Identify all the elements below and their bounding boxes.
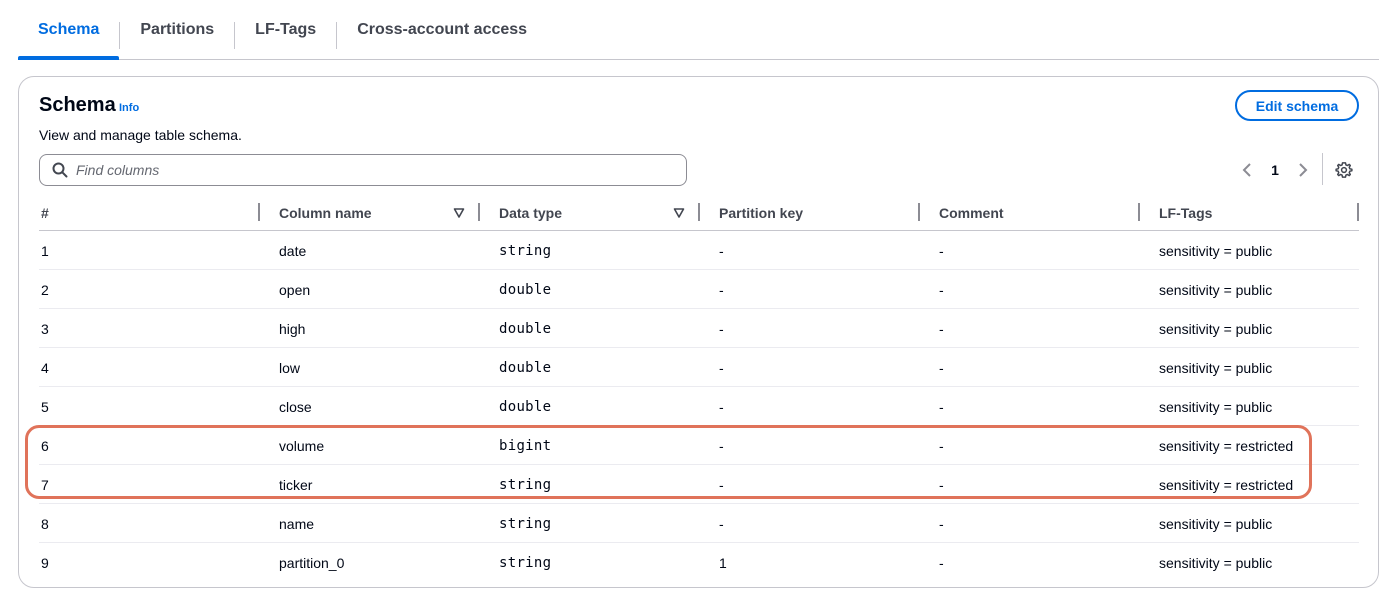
partition-key: - <box>719 476 724 493</box>
header-data-type[interactable]: Data type <box>499 195 562 231</box>
column-name: close <box>279 398 312 415</box>
table-row: 2 open double - - sensitivity = public <box>39 270 1359 309</box>
row-number: 6 <box>41 437 49 454</box>
column-resizer[interactable] <box>698 203 700 221</box>
edit-schema-button[interactable]: Edit schema <box>1235 90 1359 121</box>
header-lf-tags: LF-Tags <box>1159 205 1213 221</box>
tab-cross-account-access[interactable]: Cross-account access <box>337 0 547 59</box>
search-input[interactable] <box>76 155 676 185</box>
lf-tags: sensitivity = public <box>1159 554 1273 571</box>
page-number[interactable]: 1 <box>1257 162 1293 178</box>
row-number: 3 <box>41 320 49 337</box>
schema-panel: Schema Info View and manage table schema… <box>18 76 1379 588</box>
table-row: 4 low double - - sensitivity = public <box>39 348 1359 387</box>
column-resizer[interactable] <box>258 203 260 221</box>
lf-tags: sensitivity = public <box>1159 515 1273 532</box>
gear-icon[interactable] <box>1335 161 1353 179</box>
partition-key: - <box>719 320 724 337</box>
data-type: double <box>499 281 552 298</box>
header-partition-key: Partition key <box>719 205 804 221</box>
data-type: string <box>499 554 552 571</box>
lf-tags: sensitivity = public <box>1159 359 1273 376</box>
sort-down-icon[interactable] <box>453 207 465 219</box>
comment: - <box>939 281 944 298</box>
column-name: low <box>279 359 301 376</box>
table-header: # Column name Data type Partition key Co… <box>39 195 1359 231</box>
data-type: bigint <box>499 437 552 454</box>
column-resizer[interactable] <box>1357 203 1359 221</box>
tab-bar: Schema Partitions LF-Tags Cross-account … <box>18 0 1379 60</box>
schema-table: # Column name Data type Partition key Co… <box>39 195 1359 582</box>
partition-key: - <box>719 359 724 376</box>
data-type: double <box>499 398 552 415</box>
chevron-left-icon[interactable] <box>1237 157 1257 183</box>
lf-tags: sensitivity = public <box>1159 242 1273 259</box>
lf-tags: sensitivity = public <box>1159 398 1273 415</box>
row-number: 4 <box>41 359 49 376</box>
column-name: date <box>279 242 307 259</box>
comment: - <box>939 437 944 454</box>
column-name: volume <box>279 437 325 454</box>
partition-key: - <box>719 515 724 532</box>
tab-lf-tags[interactable]: LF-Tags <box>235 0 336 59</box>
comment: - <box>939 398 944 415</box>
comment: - <box>939 476 944 493</box>
table-row: 8 name string - - sensitivity = public <box>39 504 1359 543</box>
table-row: 7 ticker string - - sensitivity = restri… <box>39 465 1359 504</box>
search-field[interactable] <box>39 154 687 186</box>
column-resizer[interactable] <box>918 203 920 221</box>
table-row: 9 partition_0 string 1 - sensitivity = p… <box>39 543 1359 582</box>
column-name: open <box>279 281 311 298</box>
partition-key: - <box>719 437 724 454</box>
lf-tags: sensitivity = public <box>1159 281 1273 298</box>
row-number: 7 <box>41 476 49 493</box>
info-link[interactable]: Info <box>119 102 139 114</box>
column-resizer[interactable] <box>1138 203 1140 221</box>
table-row: 5 close double - - sensitivity = public <box>39 387 1359 426</box>
header-column-name[interactable]: Column name <box>279 195 372 231</box>
sort-down-icon[interactable] <box>673 207 685 219</box>
row-number: 2 <box>41 281 49 298</box>
partition-key: - <box>719 281 724 298</box>
data-type: string <box>499 476 552 493</box>
table-row: 3 high double - - sensitivity = public <box>39 309 1359 348</box>
header-comment: Comment <box>939 205 1004 221</box>
column-name: ticker <box>279 476 313 493</box>
panel-title: Schema <box>39 94 116 116</box>
table-row: 1 date string - - sensitivity = public <box>39 231 1359 270</box>
search-icon <box>52 162 68 178</box>
comment: - <box>939 242 944 259</box>
row-number: 5 <box>41 398 49 415</box>
comment: - <box>939 554 944 571</box>
column-name: name <box>279 515 315 532</box>
tab-schema[interactable]: Schema <box>18 0 120 60</box>
comment: - <box>939 515 944 532</box>
panel-description: View and manage table schema. <box>39 127 242 143</box>
column-resizer[interactable] <box>478 203 480 221</box>
partition-key: - <box>719 242 724 259</box>
data-type: double <box>499 359 552 376</box>
row-number: 1 <box>41 242 49 259</box>
lf-tags: sensitivity = restricted <box>1159 476 1294 493</box>
data-type: string <box>499 242 552 259</box>
column-name: partition_0 <box>279 554 345 571</box>
table-row: 6 volume bigint - - sensitivity = restri… <box>39 426 1359 465</box>
chevron-right-icon[interactable] <box>1293 157 1313 183</box>
data-type: double <box>499 320 552 337</box>
lf-tags: sensitivity = public <box>1159 320 1273 337</box>
header-number: # <box>41 205 49 221</box>
comment: - <box>939 320 944 337</box>
row-number: 9 <box>41 554 49 571</box>
partition-key: - <box>719 398 724 415</box>
pagination: 1 <box>1237 157 1313 183</box>
column-name: high <box>279 320 306 337</box>
lf-tags: sensitivity = restricted <box>1159 437 1294 454</box>
comment: - <box>939 359 944 376</box>
data-type: string <box>499 515 552 532</box>
row-number: 8 <box>41 515 49 532</box>
tab-partitions[interactable]: Partitions <box>120 0 234 59</box>
partition-key: 1 <box>719 554 727 571</box>
pager-divider <box>1322 153 1323 185</box>
